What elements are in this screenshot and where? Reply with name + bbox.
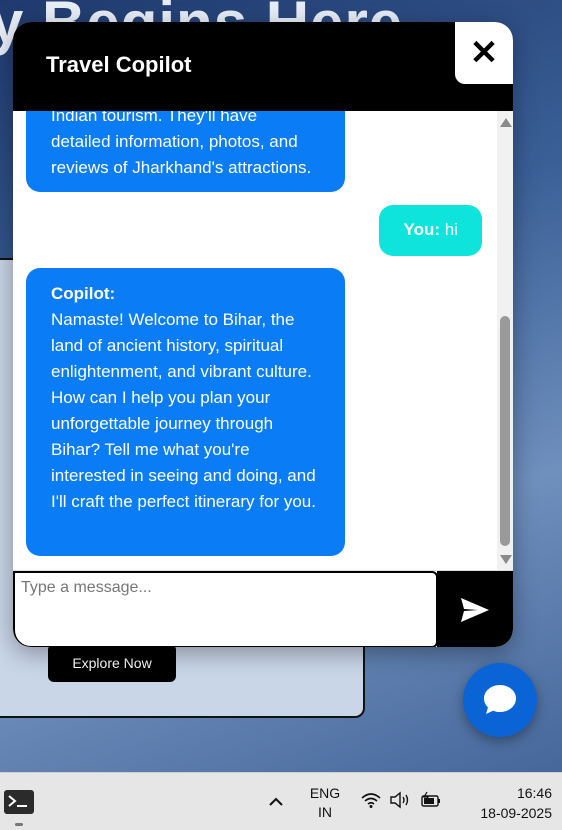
bot-message: Indian tourism. They'll have detailed in…	[26, 111, 345, 192]
chat-title: Travel Copilot	[46, 52, 192, 77]
language-code: ENG	[309, 785, 341, 801]
chat-bubble-icon	[484, 685, 516, 714]
language-indicator[interactable]: ENG IN	[306, 784, 344, 822]
chat-input-row	[13, 570, 513, 647]
scrollbar-thumb[interactable]	[500, 316, 510, 546]
user-message: You: hi	[378, 205, 482, 256]
chat-messages[interactable]: Indian tourism. They'll have detailed in…	[13, 111, 513, 570]
send-icon	[461, 597, 489, 622]
chat-header: Travel Copilot ✕	[13, 22, 513, 111]
chat-window: Travel Copilot ✕ Indian tourism. They'll…	[13, 22, 513, 647]
active-app-indicator	[15, 823, 23, 826]
scroll-down-arrow-icon[interactable]	[500, 555, 512, 564]
battery-icon[interactable]	[420, 791, 442, 809]
clock-time: 16:46	[516, 785, 552, 801]
taskbar: ENG IN 16:46 18-09-2025	[0, 772, 562, 830]
message-sender: Copilot:	[51, 284, 116, 303]
bot-message: Copilot: Namaste! Welcome to Bihar, the …	[26, 268, 345, 556]
message-text: Indian tourism. They'll have detailed in…	[51, 111, 312, 177]
send-button[interactable]	[437, 571, 513, 647]
volume-icon[interactable]	[389, 791, 411, 809]
close-icon: ✕	[469, 34, 499, 72]
scroll-up-arrow-icon[interactable]	[500, 118, 512, 127]
wifi-icon[interactable]	[360, 791, 382, 809]
chat-scrollbar[interactable]	[497, 111, 513, 570]
message-input[interactable]	[13, 571, 438, 647]
explore-now-button[interactable]: Explore Now	[48, 644, 176, 682]
terminal-icon[interactable]	[4, 790, 34, 814]
region-code: IN	[318, 804, 332, 820]
system-clock[interactable]: 16:46 18-09-2025	[456, 783, 552, 823]
close-button[interactable]: ✕	[455, 22, 513, 84]
chat-toggle-button[interactable]	[463, 663, 537, 737]
message-text: hi	[444, 220, 458, 239]
message-sender: You:	[403, 220, 441, 239]
chevron-up-icon[interactable]	[266, 793, 286, 811]
message-text: Namaste! Welcome to Bihar, the land of a…	[51, 310, 316, 511]
clock-date: 18-09-2025	[480, 805, 552, 821]
